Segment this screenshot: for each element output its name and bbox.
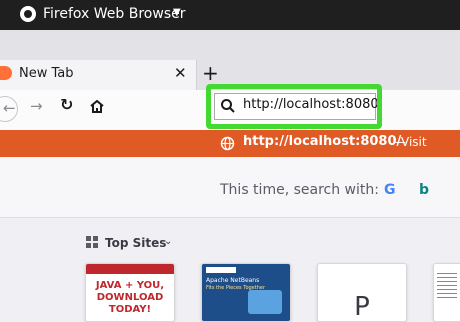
chevron-down-icon[interactable]: ⌄ [164,236,172,247]
top-sites-heading[interactable]: Top Sites [105,236,166,250]
top-site-tile-partial[interactable] [433,263,460,322]
app-title[interactable]: Firefox Web Browser [43,6,186,22]
suggestion-url: http://localhost:8080/ [243,134,402,149]
firefox-logo-icon[interactable] [20,6,36,22]
suggestion-action: Visit [401,135,427,149]
tile-text-line: TODAY! [108,304,152,315]
tile-text-line: DOWNLOAD [96,292,164,303]
netbeans-logo-icon [206,267,236,273]
tile-letter: P [354,292,370,322]
top-site-tile-java[interactable]: JAVA + YOU, DOWNLOAD TODAY! [85,263,175,322]
grid-icon [86,236,99,249]
reload-icon[interactable]: ↻ [60,95,73,114]
puzzle-graphic-icon [248,290,282,314]
tile-text-line: Apache NetBeans [206,277,260,284]
top-site-tile-p[interactable]: P [317,263,407,322]
tab-label: New Tab [19,66,74,81]
close-icon[interactable]: ✕ [174,64,187,82]
home-icon[interactable] [89,99,105,114]
new-tab-plus-icon[interactable]: + [202,61,219,85]
tile-thumbnail-icon [437,270,457,300]
bing-icon[interactable]: b [419,182,433,198]
chevron-down-icon[interactable]: ▼ [173,7,181,18]
back-arrow-icon: ← [3,99,16,117]
url-field-highlight [206,84,382,129]
google-icon[interactable]: G [384,182,396,198]
forward-arrow-icon[interactable]: → [30,97,43,115]
tile-text-line: JAVA + YOU, [95,280,165,291]
search-with-label: This time, search with: [220,182,379,198]
globe-icon [220,136,235,151]
java-logo-icon [86,264,174,274]
top-site-tile-netbeans[interactable]: Apache NetBeans Fits the Pieces Together [201,263,291,322]
